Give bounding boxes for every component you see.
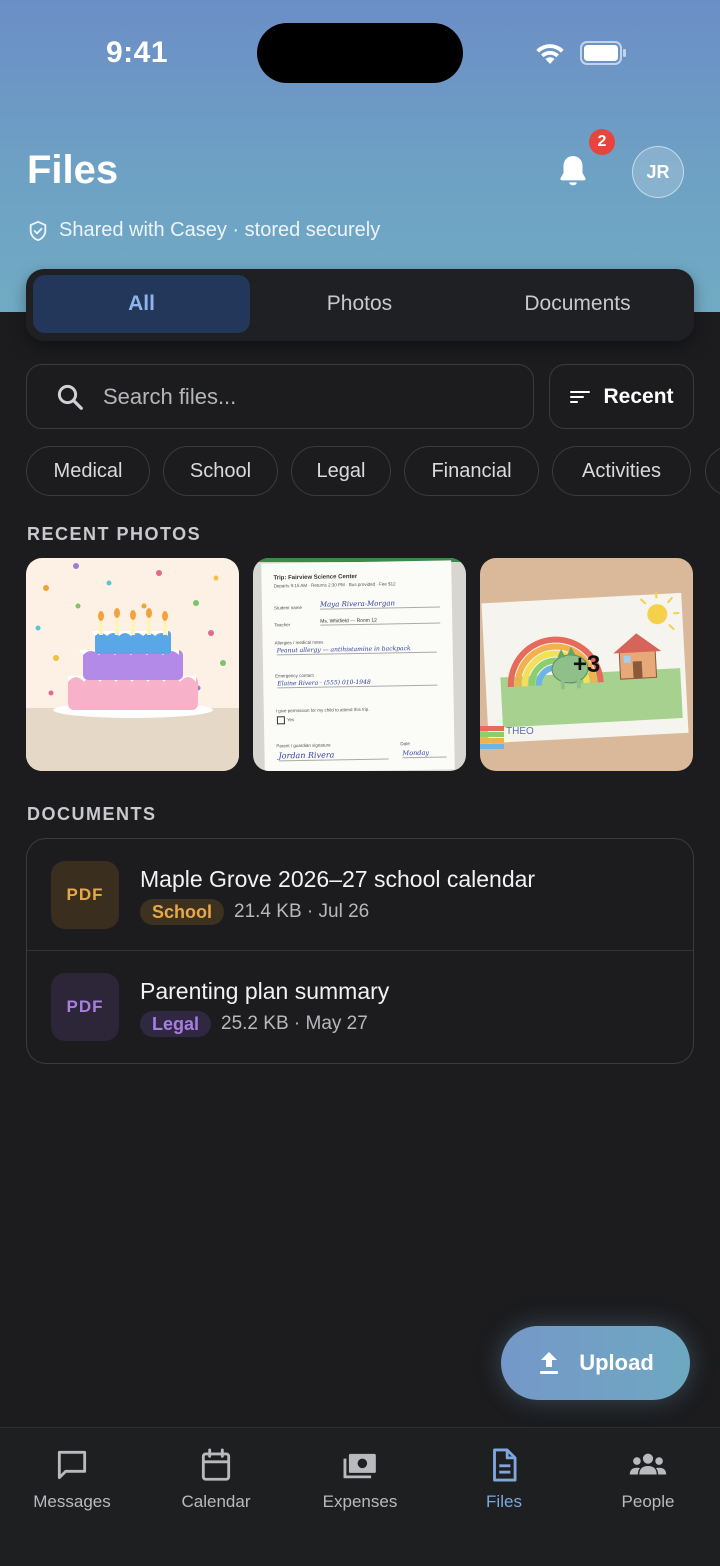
- slip-student-value: Maya Rivera-Morgan: [320, 599, 440, 610]
- document-title: Parenting plan summary: [140, 978, 389, 1005]
- document-size-date: 21.4 KB · Jul 26: [234, 901, 369, 923]
- slip-teacher-label: Teacher: [274, 622, 290, 627]
- filter-segmented-control: All Photos Documents: [26, 269, 694, 341]
- search-input[interactable]: [101, 383, 485, 411]
- tab-messages[interactable]: Messages: [0, 1446, 144, 1512]
- shared-info: Shared with Casey · stored securely: [27, 219, 380, 242]
- document-meta: School 21.4 KB · Jul 26: [140, 899, 369, 925]
- tag-legal: Legal: [140, 1011, 211, 1037]
- recent-photos-label: RECENT PHOTOS: [27, 524, 201, 545]
- more-photos-count: +3: [480, 558, 693, 771]
- shared-text: Shared with Casey · stored securely: [59, 219, 380, 242]
- shield-check-icon: [27, 220, 49, 242]
- segment-photos[interactable]: Photos: [251, 275, 468, 333]
- chip-medical[interactable]: Medical: [26, 446, 150, 496]
- tag-school: School: [140, 899, 224, 925]
- sort-label: Recent: [603, 385, 673, 409]
- bell-icon[interactable]: [554, 152, 592, 190]
- photo-permission-slip[interactable]: Trip: Fairview Science Center Departs 9:…: [253, 558, 466, 771]
- people-icon: [626, 1446, 670, 1484]
- slip-details: Departs 9:15 AM · Returns 2:30 PM · Bus …: [274, 581, 396, 588]
- slip-checkbox: [277, 716, 285, 724]
- chip-activities[interactable]: Activities: [552, 446, 691, 496]
- wifi-icon: [533, 40, 567, 66]
- dynamic-island: [257, 23, 463, 83]
- tab-label: Expenses: [323, 1492, 398, 1512]
- file-icon: [484, 1446, 524, 1484]
- pdf-icon: PDF: [51, 973, 119, 1041]
- chip-financial[interactable]: Financial: [404, 446, 539, 496]
- slip-emergency-label: Emergency contact: [275, 673, 314, 679]
- slip-emergency-value: Elaine Rivera · (555) 010-1948: [277, 678, 437, 689]
- slip-date-value: Monday: [402, 748, 446, 758]
- bottom-tab-bar: Messages Calendar Expenses Files: [0, 1427, 720, 1566]
- chip-more[interactable]: [705, 446, 720, 496]
- notification-badge: 2: [589, 129, 615, 155]
- message-icon: [52, 1446, 92, 1484]
- cake-illustration: [26, 558, 239, 771]
- tab-calendar[interactable]: Calendar: [144, 1446, 288, 1512]
- slip-allergy-label: Allergies / medical notes: [275, 640, 324, 646]
- segment-all[interactable]: All: [33, 275, 250, 333]
- documents-list: PDF Maple Grove 2026–27 school calendar …: [26, 838, 694, 1064]
- tab-label: Files: [486, 1492, 522, 1512]
- chip-legal[interactable]: Legal: [291, 446, 391, 496]
- document-size-date: 25.2 KB · May 27: [221, 1013, 368, 1035]
- search-box[interactable]: [26, 364, 534, 429]
- category-chips: Medical School Legal Financial Activitie…: [26, 446, 720, 498]
- pdf-icon: PDF: [51, 861, 119, 929]
- documents-label: DOCUMENTS: [27, 804, 157, 825]
- sort-icon: [569, 388, 591, 406]
- upload-icon: [537, 1350, 561, 1376]
- tab-label: Messages: [33, 1492, 110, 1512]
- page-title: Files: [27, 148, 118, 193]
- slip-signature-label: Parent / guardian signature: [276, 742, 330, 748]
- tab-label: Calendar: [182, 1492, 251, 1512]
- document-row[interactable]: PDF Parenting plan summary Legal 25.2 KB…: [27, 951, 693, 1062]
- slip-teacher-value: Ms. Whitfield — Room 12: [320, 617, 440, 626]
- slip-date-label: Date: [400, 741, 410, 746]
- tab-files[interactable]: Files: [432, 1446, 576, 1512]
- calendar-icon: [196, 1446, 236, 1484]
- tab-people[interactable]: People: [576, 1446, 720, 1512]
- upload-button[interactable]: Upload: [501, 1326, 690, 1400]
- avatar[interactable]: JR: [632, 146, 684, 198]
- segment-documents[interactable]: Documents: [469, 275, 686, 333]
- search-icon: [55, 382, 85, 412]
- permission-slip-paper: Trip: Fairview Science Center Departs 9:…: [261, 560, 455, 771]
- photo-kid-drawing[interactable]: THEO +3: [480, 558, 693, 771]
- slip-title: Trip: Fairview Science Center: [273, 574, 357, 581]
- document-row[interactable]: PDF Maple Grove 2026–27 school calendar …: [27, 839, 693, 950]
- battery-icon: [580, 41, 626, 65]
- tab-expenses[interactable]: Expenses: [288, 1446, 432, 1512]
- cash-icon: [340, 1446, 380, 1484]
- slip-permission-text: I give permission for my child to attend…: [276, 707, 370, 714]
- status-time: 9:41: [106, 36, 168, 70]
- upload-label: Upload: [579, 1350, 654, 1376]
- photo-birthday-cake[interactable]: [26, 558, 239, 771]
- chip-school[interactable]: School: [163, 446, 278, 496]
- slip-allergy-value: Peanut allergy — antihistamine in backpa…: [277, 645, 437, 656]
- slip-signature-value: Jordan Rivera: [278, 749, 388, 761]
- sort-button[interactable]: Recent: [549, 364, 694, 429]
- document-meta: Legal 25.2 KB · May 27: [140, 1011, 368, 1037]
- slip-student-label: Student name: [274, 605, 302, 610]
- document-title: Maple Grove 2026–27 school calendar: [140, 866, 535, 893]
- slip-yes-label: Yes: [287, 717, 294, 722]
- tab-label: People: [622, 1492, 675, 1512]
